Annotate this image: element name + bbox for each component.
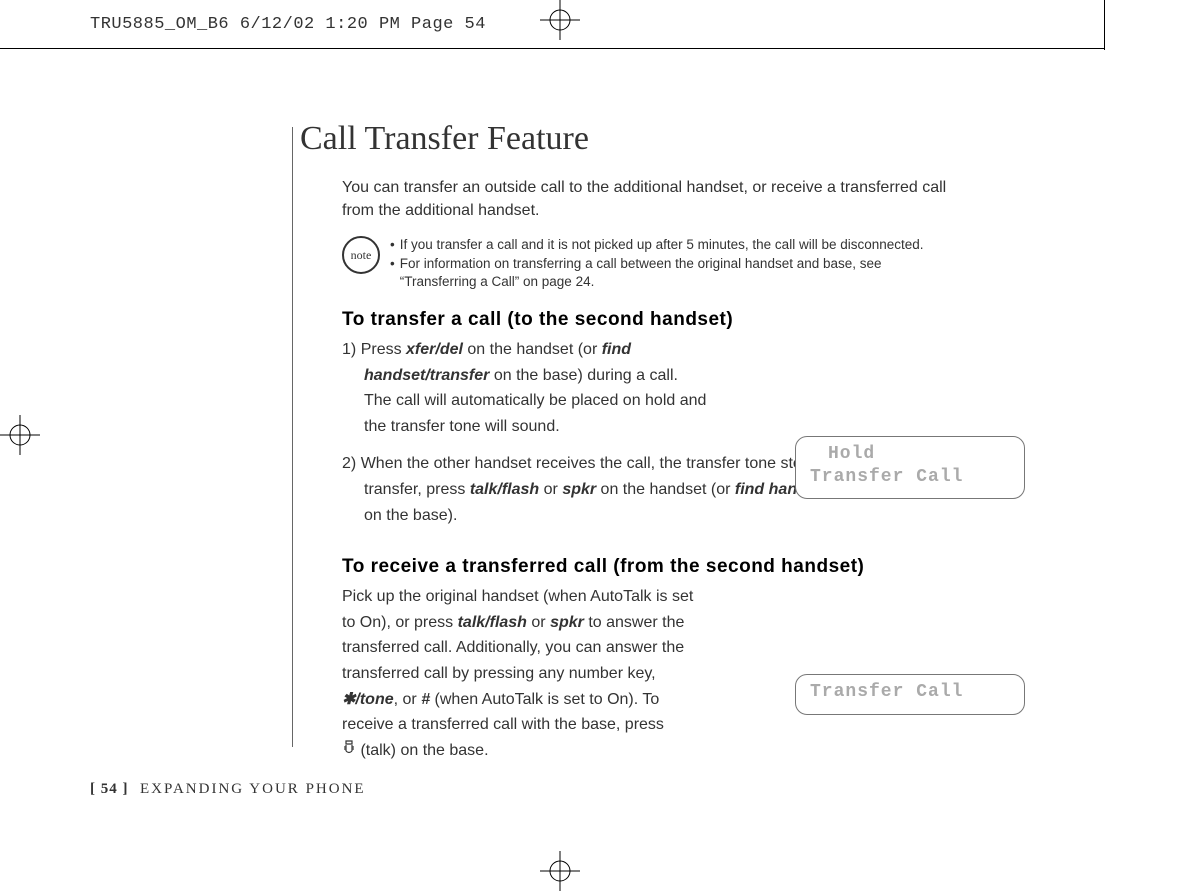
vertical-rule [292,127,293,747]
page-footer: [ 54 ] EXPANDING YOUR PHONE [90,781,366,798]
crop-line [1104,0,1105,50]
section-heading: To transfer a call (to the second handse… [342,309,958,331]
crop-line [0,48,1105,49]
note-icon: note [342,236,380,274]
lcd-display: Transfer Call [795,674,1025,715]
lcd-line: Hold [810,443,1010,466]
print-slug: TRU5885_OM_B6 6/12/02 1:20 PM Page 54 [90,15,486,34]
section-heading: To receive a transferred call (from the … [342,556,958,578]
registration-mark-icon [0,415,40,455]
talk-icon [342,738,356,764]
note-item: If you transfer a call and it is not pic… [400,236,924,254]
note-list: •If you transfer a call and it is not pi… [390,236,958,291]
note-block: note •If you transfer a call and it is n… [342,236,958,291]
lcd-line: Transfer Call [810,681,1010,704]
page-title: Call Transfer Feature [300,120,1000,158]
page-number: [ 54 ] [90,781,129,797]
lcd-line: Transfer Call [810,466,1010,489]
lcd-display: Hold Transfer Call [795,436,1025,499]
note-item: For information on transferring a call b… [400,255,958,291]
intro-paragraph: You can transfer an outside call to the … [342,176,958,222]
registration-mark-icon [540,851,580,891]
registration-mark-icon [540,0,580,40]
footer-section: EXPANDING YOUR PHONE [140,781,366,797]
step-1: 1) Press xfer/del on the handset (or fin… [342,337,958,439]
page-content: Call Transfer Feature You can transfer a… [300,120,1000,775]
